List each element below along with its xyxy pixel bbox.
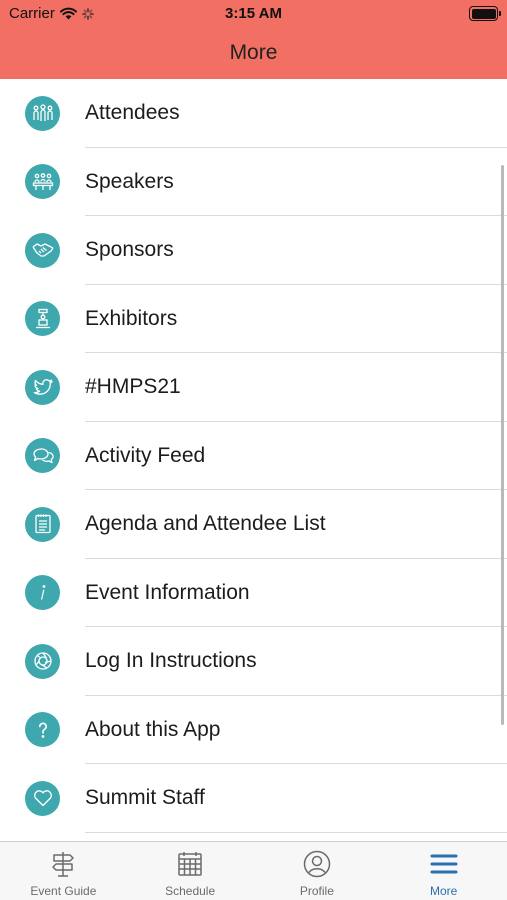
menu-item-exhibitors[interactable]: Exhibitors [0, 285, 507, 353]
clock: 3:15 AM [225, 5, 282, 22]
menu-item-activity-feed[interactable]: Activity Feed [0, 422, 507, 490]
scroll-indicator[interactable] [501, 165, 504, 725]
menu-item-login-instructions[interactable]: Log In Instructions [0, 627, 507, 696]
menu-item-label: Agenda and Attendee List [85, 512, 326, 536]
tab-schedule[interactable]: Schedule [127, 842, 254, 900]
twitter-bird-icon [25, 369, 60, 405]
heart-icon [25, 780, 60, 816]
tab-more[interactable]: More [380, 842, 507, 900]
notepad-icon [25, 506, 60, 542]
menu-item-label: #HMPS21 [85, 375, 181, 399]
hamburger-menu-icon [430, 854, 458, 874]
battery-icon [469, 6, 501, 21]
row-divider [85, 831, 507, 833]
profile-icon [303, 850, 331, 878]
tab-label: More [429, 884, 458, 898]
question-icon [25, 712, 60, 748]
aperture-icon [25, 643, 60, 679]
menu-item-label: Sponsors [85, 238, 174, 262]
menu-item-label: Exhibitors [85, 306, 178, 330]
booth-icon [25, 301, 60, 337]
menu-item-agenda[interactable]: Agenda and Attendee List [0, 490, 507, 559]
menu-item-label: Event Information [85, 580, 250, 604]
calendar-icon [178, 852, 202, 876]
tab-label: Event Guide [30, 884, 97, 898]
menu-item-label: Log In Instructions [85, 649, 257, 673]
menu-item-label: About this App [85, 717, 221, 741]
page-title: More [229, 41, 278, 64]
menu-item-event-information[interactable]: Event Information [0, 559, 507, 627]
navigation-header: Carrier 3:15 AM More [0, 0, 507, 79]
menu-item-speakers[interactable]: Speakers [0, 148, 507, 216]
menu-item-label: Attendees [85, 101, 180, 125]
menu-item-label: Speakers [85, 169, 174, 193]
menu-item-sponsors[interactable]: Sponsors [0, 216, 507, 285]
status-bar: Carrier 3:15 AM [0, 0, 507, 30]
tab-profile[interactable]: Profile [254, 842, 381, 900]
attendees-icon [25, 95, 60, 131]
signpost-icon [52, 852, 75, 877]
info-icon [25, 575, 60, 611]
handshake-icon [25, 232, 60, 268]
tab-label: Schedule [165, 884, 216, 898]
menu-item-attendees[interactable]: Attendees [0, 79, 507, 148]
menu-item-about-app[interactable]: About this App [0, 696, 507, 764]
more-menu-list: Attendees Speakers Sponsors Exhibitors #… [0, 79, 507, 841]
tab-event-guide[interactable]: Event Guide [0, 842, 127, 900]
menu-item-hashtag[interactable]: #HMPS21 [0, 353, 507, 422]
menu-item-summit-staff[interactable]: Summit Staff [0, 764, 507, 833]
tab-bar: Event Guide Schedule Profile More [0, 841, 507, 900]
menu-item-label: Summit Staff [85, 786, 205, 810]
speakers-icon [25, 164, 60, 200]
tab-label: Profile [299, 884, 334, 898]
chat-bubbles-icon [25, 438, 60, 474]
menu-item-label: Activity Feed [85, 443, 206, 467]
